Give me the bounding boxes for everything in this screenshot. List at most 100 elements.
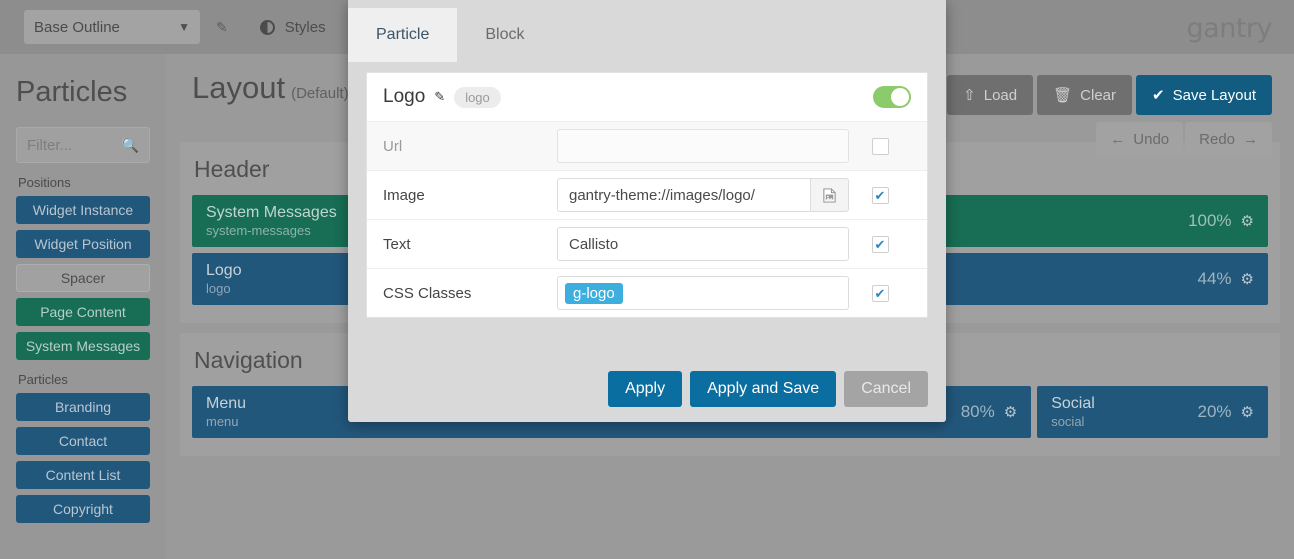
clear-button[interactable]: 🗑 Clear	[1037, 75, 1133, 115]
outline-select-value: Base Outline	[34, 18, 120, 36]
block-key: logo	[206, 280, 231, 296]
cancel-button[interactable]: Cancel	[844, 371, 928, 407]
apply-button[interactable]: Apply	[608, 371, 683, 407]
block-size-percent: 100%	[1188, 211, 1232, 230]
load-button[interactable]: ⇧ Load	[947, 75, 1034, 115]
image-picker-icon	[823, 187, 836, 203]
field-label-css-classes: CSS Classes	[383, 284, 472, 302]
outline-select[interactable]: Base Outline ▼	[24, 10, 200, 44]
contrast-icon	[259, 19, 275, 35]
sidebar-item-widget-instance[interactable]: Widget Instance	[16, 196, 150, 224]
field-control-image: gantry-theme://images/logo/	[557, 178, 849, 212]
sidebar-item-label: Spacer	[60, 270, 106, 286]
gear-icon[interactable]: ⚙	[1004, 403, 1017, 421]
block-labels: Menu menu	[206, 395, 246, 428]
tab-particle[interactable]: Particle	[348, 8, 458, 62]
clear-button-label: Clear	[1080, 86, 1117, 104]
chevron-down-icon: ▼	[178, 20, 190, 34]
pencil-icon[interactable]: ✎	[434, 89, 445, 105]
filter-input[interactable]: Filter... 🔍	[16, 127, 150, 163]
sidebar-item-system-messages[interactable]: System Messages	[16, 332, 150, 360]
text-input-value: Callisto	[569, 235, 619, 253]
load-button-label: Load	[983, 86, 1018, 104]
check-icon: ✔	[1152, 87, 1165, 104]
layout-action-buttons: ⇧ Load 🗑 Clear ✔ Save Layout	[947, 75, 1272, 115]
apply-and-save-button[interactable]: Apply and Save	[690, 371, 837, 407]
modal-tabs: Particle Block	[348, 0, 946, 62]
block-key: system-messages	[206, 222, 311, 238]
pencil-icon[interactable]: ✎	[216, 19, 228, 36]
filter-placeholder: Filter...	[27, 136, 73, 154]
block-size-percent: 44%	[1197, 269, 1232, 288]
sidebar-item-label: Page Content	[40, 304, 126, 320]
block-meta: 44% ⚙	[1198, 269, 1254, 289]
sidebar-item-label: System Messages	[25, 338, 141, 354]
sidebar-item-copyright[interactable]: Copyright	[16, 495, 150, 523]
trash-icon: 🗑	[1053, 87, 1073, 104]
tab-particle-label: Particle	[376, 26, 430, 43]
sidebar-item-branding[interactable]: Branding	[16, 393, 150, 421]
sidebar-item-label: Widget Position	[34, 236, 132, 252]
block-meta: 20% ⚙	[1198, 402, 1254, 422]
field-toggle-cell-text: ✔	[849, 235, 911, 253]
save-layout-button-label: Save Layout	[1172, 86, 1256, 104]
url-input[interactable]	[557, 129, 849, 163]
block-size-percent: 80%	[960, 402, 995, 421]
field-row-text: Text Callisto ✔	[367, 219, 927, 268]
gear-icon[interactable]: ⚙	[1241, 403, 1254, 421]
image-checkbox[interactable]: ✔	[871, 186, 889, 204]
search-icon: 🔍	[121, 136, 139, 153]
tab-block[interactable]: Block	[457, 8, 552, 62]
css-classes-checkbox[interactable]: ✔	[871, 284, 889, 302]
styles-link[interactable]: Styles	[259, 18, 326, 36]
styles-label: Styles	[284, 18, 326, 36]
particle-card: Logo ✎ logo Url Image gantry-theme://ima…	[366, 72, 928, 318]
text-input[interactable]: Callisto	[557, 227, 849, 261]
field-toggle-cell-css-classes: ✔	[849, 284, 911, 302]
particle-title: Logo	[383, 86, 426, 107]
field-label-image: Image	[383, 186, 425, 204]
url-checkbox[interactable]	[871, 137, 889, 155]
particle-settings-modal: Particle Block Logo ✎ logo Url Image gan…	[348, 0, 946, 422]
block-name: Social	[1051, 395, 1095, 413]
field-control-url	[557, 129, 849, 163]
sidebar-item-contact[interactable]: Contact	[16, 427, 150, 455]
save-layout-button[interactable]: ✔ Save Layout	[1136, 75, 1272, 115]
css-class-tag[interactable]: g-logo	[565, 282, 623, 304]
field-row-url: Url	[367, 121, 927, 170]
particle-enabled-toggle[interactable]	[873, 86, 911, 108]
block-key: menu	[206, 413, 239, 429]
image-input[interactable]: gantry-theme://images/logo/	[557, 178, 810, 212]
history-controls: ← Undo Redo →	[1096, 122, 1272, 156]
block-meta: 80% ⚙	[961, 402, 1017, 422]
sidebar-item-content-list[interactable]: Content List	[16, 461, 150, 489]
undo-button[interactable]: ← Undo	[1096, 122, 1184, 156]
field-toggle-cell-image: ✔	[849, 186, 911, 204]
redo-button[interactable]: Redo →	[1185, 122, 1272, 156]
block-labels: Social social	[1051, 395, 1095, 428]
particle-card-header: Logo ✎ logo	[367, 73, 927, 121]
text-checkbox[interactable]: ✔	[871, 235, 889, 253]
sidebar-item-spacer[interactable]: Spacer	[16, 264, 150, 292]
sidebar-item-page-content[interactable]: Page Content	[16, 298, 150, 326]
gear-icon[interactable]: ⚙	[1241, 270, 1254, 288]
sidebar-group-label-particles: Particles	[18, 372, 68, 387]
arrow-right-icon: →	[1243, 130, 1258, 148]
page-title-text: Layout	[192, 70, 286, 105]
tab-block-label: Block	[485, 26, 525, 43]
field-label-text: Text	[383, 235, 411, 253]
field-label-url: Url	[383, 137, 403, 155]
sidebar-item-label: Copyright	[53, 501, 113, 517]
block-labels: Logo logo	[206, 262, 242, 295]
css-classes-input[interactable]: g-logo	[557, 276, 849, 310]
gear-icon[interactable]: ⚙	[1241, 212, 1254, 230]
sidebar-item-widget-position[interactable]: Widget Position	[16, 230, 150, 258]
field-toggle-cell-url	[849, 137, 911, 155]
sidebar-item-label: Contact	[58, 433, 108, 449]
field-row-css-classes: CSS Classes g-logo ✔	[367, 268, 927, 317]
layout-block-social[interactable]: Social social 20% ⚙	[1037, 386, 1268, 438]
admin-background: Base Outline ▼ ✎ Styles gantry Particles…	[0, 0, 1294, 559]
image-picker-button[interactable]	[810, 178, 849, 212]
block-size-percent: 20%	[1197, 402, 1232, 421]
particles-sidebar: Particles Filter... 🔍 Positions Widget I…	[0, 54, 166, 559]
